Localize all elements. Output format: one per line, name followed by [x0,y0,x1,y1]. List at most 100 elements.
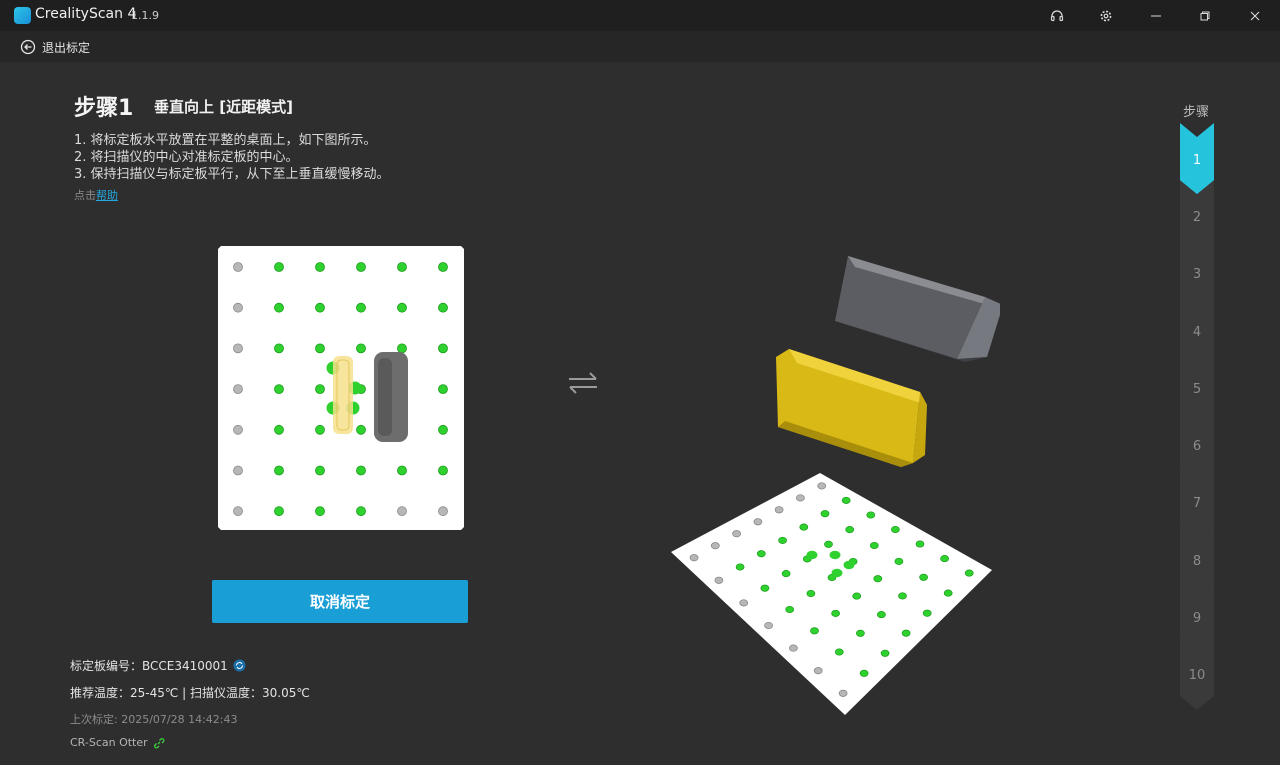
board-3d-dot [778,536,787,544]
board-3d-dot [781,570,791,578]
board-dot [233,506,243,517]
board-3d-dot [732,530,741,538]
board-dot [315,262,325,272]
board-dot [397,343,407,354]
yellow-scanner-3d [776,349,927,467]
board-dot [274,465,284,476]
help-line: 点击帮助 [74,187,118,203]
refresh-icon[interactable] [233,659,246,672]
board-dot [397,506,407,517]
support-button[interactable] [1037,0,1077,31]
step-number: 10 [1188,668,1206,684]
restore-icon [1200,11,1210,20]
calibration-board-diagram [218,246,464,530]
board-dot [233,262,243,272]
exit-calibration-button[interactable]: 退出标定 [20,37,90,57]
board-dot [233,424,243,435]
app-version: 1.1.9 [131,9,159,22]
board-3d-dot [824,540,833,548]
board-dot [233,343,243,354]
temperature-line: 推荐温度：25-45℃ | 扫描仪温度：30.05℃ [70,686,310,700]
board-3d-dot [940,555,949,563]
board-3d-dot [841,496,851,504]
board-id-line: 标定板编号：BCCE3410001 [70,657,246,674]
gear-icon [1100,10,1112,21]
board-3d-dot [820,510,830,518]
board-3d-dot [796,494,805,502]
board-3d-dot [774,506,784,514]
board-dot [438,384,448,395]
step-number: 8 [1192,553,1202,569]
steps-heading: 步骤 [1183,105,1210,120]
board-3d-dot [964,569,974,577]
yellow-scanner-top-view [333,356,353,434]
board-3d-dot [756,550,766,558]
board-dot [356,424,366,435]
board-dot [438,465,448,476]
cancel-calibration-button[interactable]: 取消标定 [212,580,468,623]
minimize-icon [1151,15,1161,16]
board-dot [315,424,325,435]
board-3d-dot [799,523,809,531]
board-dot [274,424,284,435]
exit-calibration-label: 退出标定 [42,40,91,55]
board-3d-dot [869,541,879,550]
board-3d-dot [838,689,848,697]
sub-toolbar [0,31,1280,62]
device-name: CR-Scan Otter [70,736,148,749]
instruction-3: 3. 保持扫描仪与标定板平行，从下至上垂直缓慢移动。 [74,167,390,182]
board-3d-dot [764,621,773,630]
board-dot [274,384,284,395]
board-dot [438,262,448,272]
board-dot [356,506,366,517]
step-number: 4 [1192,324,1202,340]
board-3d-dot [901,629,911,637]
board-3d-dot [735,563,745,571]
board-dot [397,465,407,476]
board-3d-dot [714,576,724,584]
gray-scanner-top-view [374,352,408,442]
step-number: 2 [1192,209,1202,225]
step-number: 7 [1192,496,1202,512]
step-number: 5 [1192,381,1202,397]
board-3d-dot [898,592,907,600]
board-3d-dot [894,557,904,565]
step-subtitle: 垂直向上 [近距模式] [154,98,293,116]
board-dot [356,302,366,313]
help-link[interactable]: 帮助 [96,189,118,202]
board-3d-dot [785,605,795,614]
step-number: 9 [1192,611,1202,627]
board-dot [233,302,243,313]
board-3d-dot [919,573,928,581]
swap-arrows-icon [569,372,597,394]
board-3d-dot [813,667,823,675]
board-dot [315,465,325,476]
board-3d-dot-large [831,568,843,578]
board-3d-dot [866,511,876,519]
board-dot [274,506,284,517]
board-3d-dot [831,609,840,617]
board-3d-dot [859,669,869,677]
board-dot [233,384,243,395]
close-button[interactable] [1235,0,1275,31]
board-3d-dot [810,627,819,635]
board-3d-dot [710,542,720,550]
help-prefix: 点击 [74,189,96,202]
gray-scanner-3d [835,256,1000,362]
app-logo-icon [14,7,31,24]
minimize-button[interactable] [1136,0,1176,31]
board-3d-dot [922,609,932,617]
calibration-3d-scene [671,256,1000,715]
board-3d-dot [943,589,953,597]
board-3d-dot-large [843,560,855,570]
board-dot [438,506,448,517]
restore-button[interactable] [1185,0,1225,31]
board-3d-dot [915,540,925,548]
board-3d-dot-large [829,550,841,560]
settings-button[interactable] [1086,0,1126,31]
board-dot [274,262,284,272]
board-3d-dot [806,589,816,598]
board-3d-dot [760,584,770,592]
board-dot [438,343,448,354]
board-dot [356,262,366,272]
